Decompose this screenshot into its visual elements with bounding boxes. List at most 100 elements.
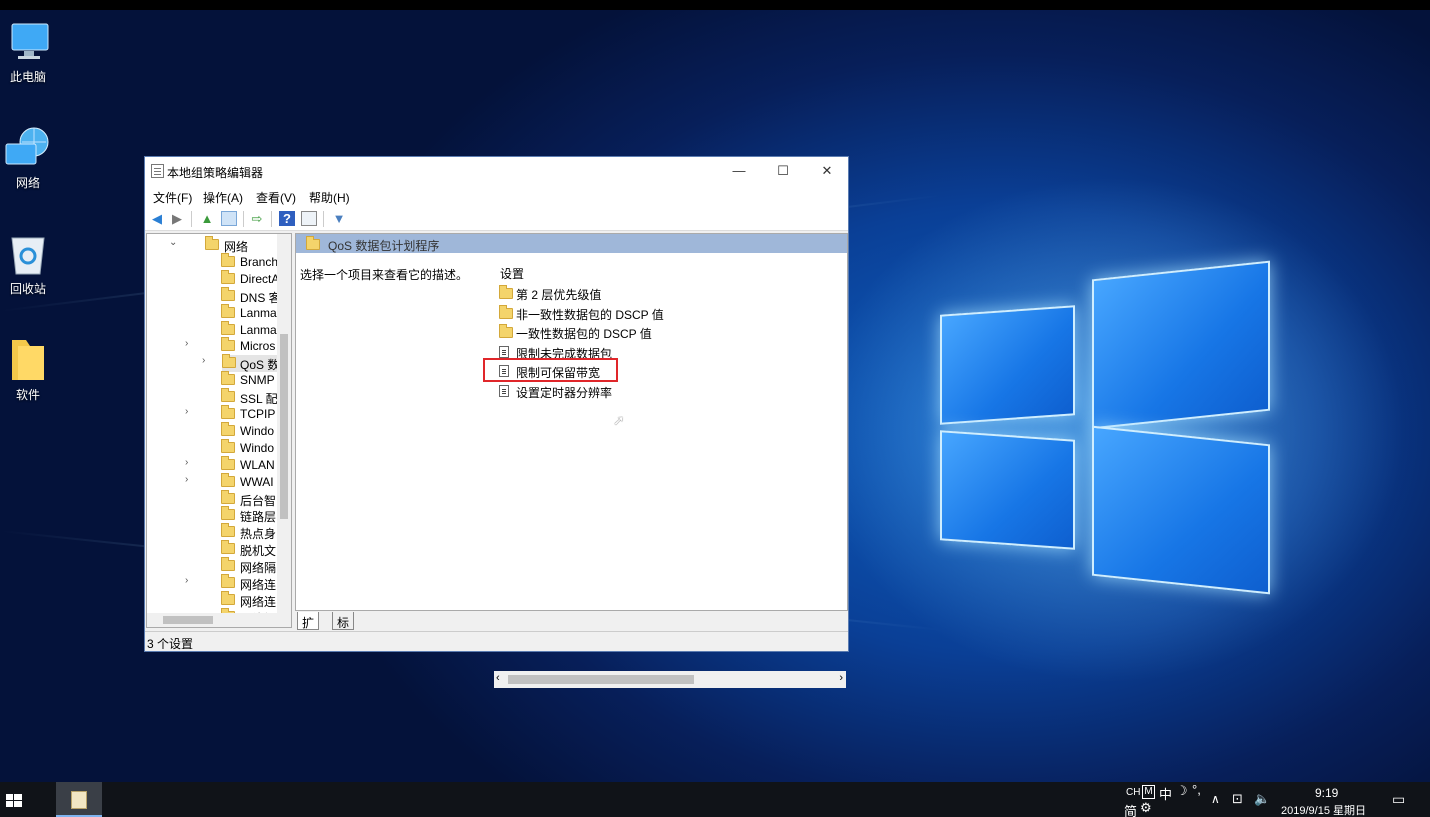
minimize-button[interactable]: — — [717, 157, 761, 185]
scroll-left-icon[interactable]: ‹ — [496, 672, 500, 684]
ime-mode-m-icon[interactable]: M — [1142, 785, 1155, 799]
folder-icon — [221, 438, 235, 453]
computer-icon — [4, 18, 52, 66]
desktop-icon-this-pc[interactable]: 此电脑 — [2, 18, 54, 85]
item-label: 设置定时器分辨率 — [516, 386, 613, 400]
tree-item-label: SNMP — [240, 373, 275, 388]
volume-icon[interactable]: 🔈 — [1254, 791, 1270, 807]
chevron-right-icon[interactable]: › — [202, 355, 212, 366]
desktop-icon-recycle-bin[interactable]: 回收站 — [2, 230, 54, 297]
show-hide-tree-icon[interactable] — [221, 211, 237, 226]
tree-item[interactable]: Windo — [147, 421, 277, 440]
chevron-up-icon[interactable]: ∧ — [1211, 792, 1220, 806]
tree-item-label: Lanma — [240, 305, 277, 320]
chevron-right-icon[interactable]: › — [185, 575, 195, 586]
tree-item[interactable]: DNS 客 — [147, 286, 281, 305]
tree-item[interactable]: SNMP — [147, 371, 277, 389]
menu-help[interactable]: 帮助(H) — [309, 189, 350, 206]
desktop-icon-network[interactable]: 网络 — [2, 124, 54, 191]
horizontal-scrollbar[interactable] — [147, 613, 291, 627]
chevron-down-icon[interactable]: ⌄ — [169, 237, 179, 248]
column-header-settings[interactable]: 设置 — [500, 265, 524, 282]
details-header: QoS 数据包计划程序 — [296, 234, 847, 253]
status-text: 3 个设置 — [147, 637, 194, 651]
desktop-icon-software-folder[interactable]: 软件 — [2, 336, 54, 403]
tree-item[interactable]: Windo — [147, 438, 277, 457]
scrollbar-thumb[interactable] — [280, 334, 288, 519]
folder-icon — [221, 472, 235, 487]
tree-item[interactable]: › QoS 数 — [202, 354, 279, 373]
menu-action[interactable]: 操作(A) — [203, 189, 243, 206]
vertical-scrollbar[interactable] — [277, 234, 291, 614]
tree-item[interactable]: ⌄ 网络 — [147, 236, 277, 254]
tree-item[interactable]: SSL 配 — [147, 388, 278, 406]
ime-language[interactable]: CH — [1126, 787, 1140, 798]
desktop-icon-label: 软件 — [15, 388, 40, 402]
folder-icon — [499, 305, 513, 319]
highlight-annotation — [483, 358, 618, 382]
tree-item[interactable]: 网络隔 — [147, 557, 277, 575]
menu-file[interactable]: 文件(F) — [153, 189, 192, 206]
tab-extended[interactable]: 扩展 — [297, 612, 320, 647]
export-list-icon[interactable]: ⇨ — [249, 211, 265, 226]
policy-setting-icon — [499, 385, 509, 397]
tree-item[interactable]: › 网络连 — [147, 574, 277, 592]
tree-item[interactable]: › WWAI — [147, 472, 277, 491]
gear-icon[interactable]: ⚙ — [1140, 800, 1152, 816]
properties-icon[interactable] — [301, 211, 317, 226]
windows-logo — [940, 255, 1275, 600]
windows-start-icon[interactable] — [6, 794, 22, 808]
clock-date[interactable]: 2019/9/15 星期日 — [1281, 802, 1366, 817]
taskbar-app-gpedit[interactable] — [56, 782, 102, 817]
recycle-bin-icon — [4, 230, 52, 278]
chevron-right-icon[interactable]: › — [185, 474, 195, 485]
help-icon[interactable]: ? — [279, 211, 295, 226]
tree-item[interactable]: DirectA — [147, 269, 279, 288]
menu-bar: 文件(F) 操作(A) 查看(V) 帮助(H) — [145, 185, 848, 207]
title-bar[interactable]: 本地组策略编辑器 — ☐ ✕ — [145, 157, 848, 185]
scrollbar-thumb[interactable] — [508, 675, 694, 684]
ime-chinese-mode[interactable]: 中 — [1159, 784, 1172, 803]
moon-icon[interactable]: ☽ — [1176, 783, 1188, 799]
folder-icon — [221, 455, 235, 470]
chevron-right-icon[interactable]: › — [185, 457, 195, 468]
scrollbar-thumb[interactable] — [163, 616, 213, 624]
tree-item[interactable]: › TCPIP — [147, 405, 277, 423]
ime-punctuation[interactable]: °, — [1192, 782, 1201, 797]
tree-item-label: WLAN — [240, 457, 275, 472]
horizontal-scrollbar[interactable]: ‹ › — [494, 671, 846, 688]
tree-item[interactable]: 脱机文 — [147, 540, 277, 558]
up-folder-icon[interactable]: ▲ — [199, 211, 215, 226]
chevron-right-icon[interactable]: › — [185, 338, 195, 349]
back-arrow-icon[interactable]: ◀ — [149, 211, 165, 226]
tree-item-label: 后台智 — [240, 493, 277, 508]
tree-item[interactable]: Lanma — [147, 303, 277, 322]
desktop-icon-label: 网络 — [15, 176, 40, 190]
tree-item-label: Windo — [240, 423, 275, 438]
forward-arrow-icon[interactable]: ▶ — [169, 211, 185, 226]
tree-item[interactable]: 网络连 — [147, 590, 277, 609]
maximize-button[interactable]: ☐ — [761, 157, 805, 185]
folder-icon — [221, 388, 235, 403]
tree-item[interactable]: Lanma — [147, 320, 277, 339]
tree-item[interactable]: 后台智 — [147, 489, 277, 508]
tree-item-label: 网络连 — [240, 578, 277, 592]
tab-standard[interactable]: 标准 — [332, 612, 355, 647]
folder-icon — [4, 336, 52, 384]
tree-item[interactable]: 热点身 — [147, 523, 277, 542]
tree-item[interactable]: 链路层 — [147, 506, 277, 524]
action-center-icon[interactable]: ▭ — [1392, 791, 1405, 808]
network-tray-icon[interactable]: ⊡ — [1232, 791, 1243, 807]
clock-time[interactable]: 9:19 — [1315, 786, 1338, 800]
tree-item-label: 热点身 — [240, 527, 277, 542]
ime-simplified[interactable]: 简 — [1124, 801, 1137, 817]
tree-item[interactable]: › WLAN — [147, 455, 277, 474]
tree-item[interactable]: › Micros — [147, 337, 277, 355]
tree-item[interactable]: Branch — [147, 252, 278, 271]
chevron-right-icon[interactable]: › — [185, 406, 195, 417]
close-button[interactable]: ✕ — [805, 157, 849, 185]
folder-icon — [221, 574, 235, 588]
menu-view[interactable]: 查看(V) — [256, 189, 296, 206]
filter-icon[interactable]: ▼ — [331, 211, 347, 226]
scroll-right-icon[interactable]: › — [839, 672, 843, 684]
